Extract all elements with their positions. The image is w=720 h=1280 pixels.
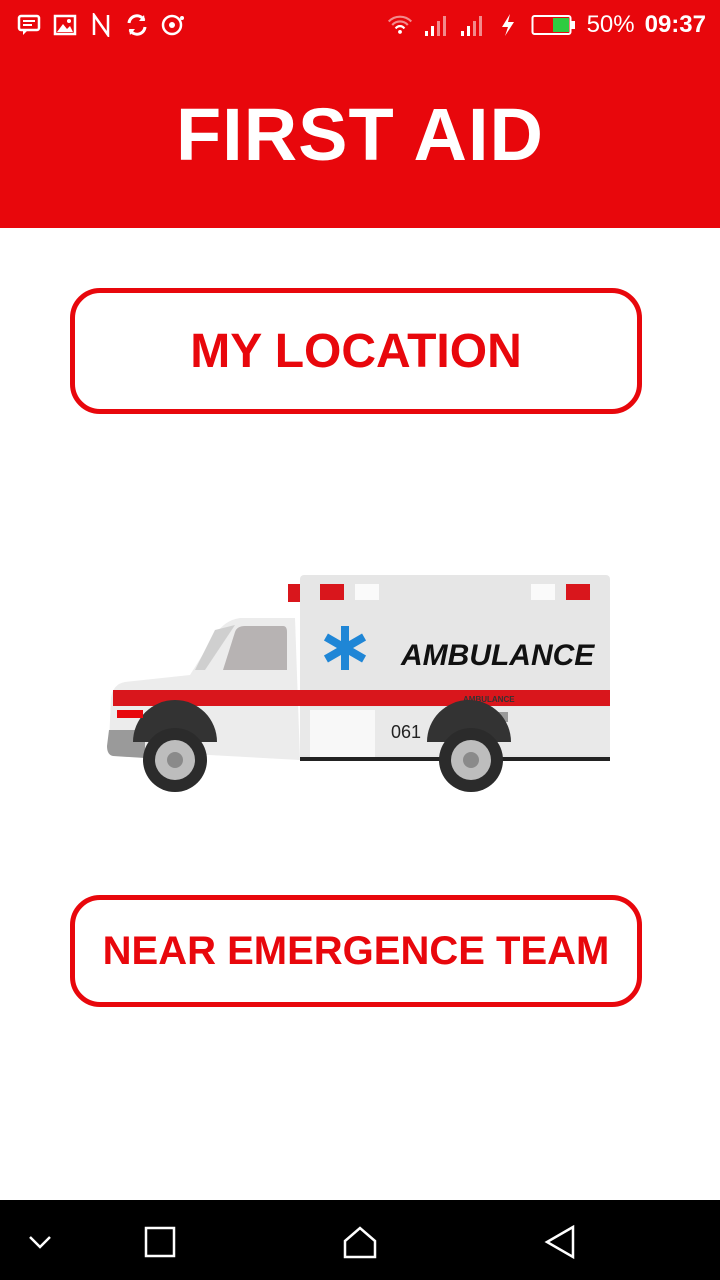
ambulance-number: 061 <box>391 722 421 742</box>
near-emergence-team-button[interactable]: NEAR EMERGENCE TEAM <box>70 895 642 1007</box>
home-icon[interactable] <box>338 1220 382 1264</box>
ambulance-side-text: AMBULANCE <box>400 639 595 672</box>
side-door <box>310 710 375 758</box>
app-bar: FIRST AID <box>0 50 720 228</box>
ambulance-image: AMBULANCE AMBULANCE 061 <box>107 575 610 792</box>
roof-light <box>288 584 300 602</box>
app-title: FIRST AID <box>175 92 544 176</box>
roof-light <box>320 584 344 600</box>
sync-icon <box>124 12 150 38</box>
signal-icon <box>423 12 449 38</box>
battery-icon <box>531 12 577 38</box>
back-icon[interactable] <box>538 1220 582 1264</box>
status-bar: 50% 09:37 <box>0 0 720 50</box>
roof-light <box>531 584 555 600</box>
headlight <box>117 710 143 718</box>
recents-icon[interactable] <box>138 1220 182 1264</box>
message-icon <box>16 12 42 38</box>
image-icon <box>52 12 78 38</box>
signal-icon-2 <box>459 12 485 38</box>
n-icon <box>88 12 114 38</box>
clock: 09:37 <box>644 11 706 38</box>
charging-icon <box>495 12 521 38</box>
roof-light <box>355 584 379 600</box>
media-icon <box>160 12 186 38</box>
battery-percent: 50% <box>586 11 635 38</box>
my-location-button[interactable]: MY LOCATION <box>70 288 642 414</box>
status-bar-notifications <box>16 10 186 40</box>
navigation-bar <box>0 1200 720 1280</box>
chevron-down-icon[interactable] <box>18 1220 62 1264</box>
front-wheel <box>143 728 207 792</box>
wifi-icon <box>387 12 413 38</box>
roof-light <box>566 584 590 600</box>
rear-wheel <box>439 728 503 792</box>
status-bar-system: 50% 09:37 <box>387 8 706 42</box>
